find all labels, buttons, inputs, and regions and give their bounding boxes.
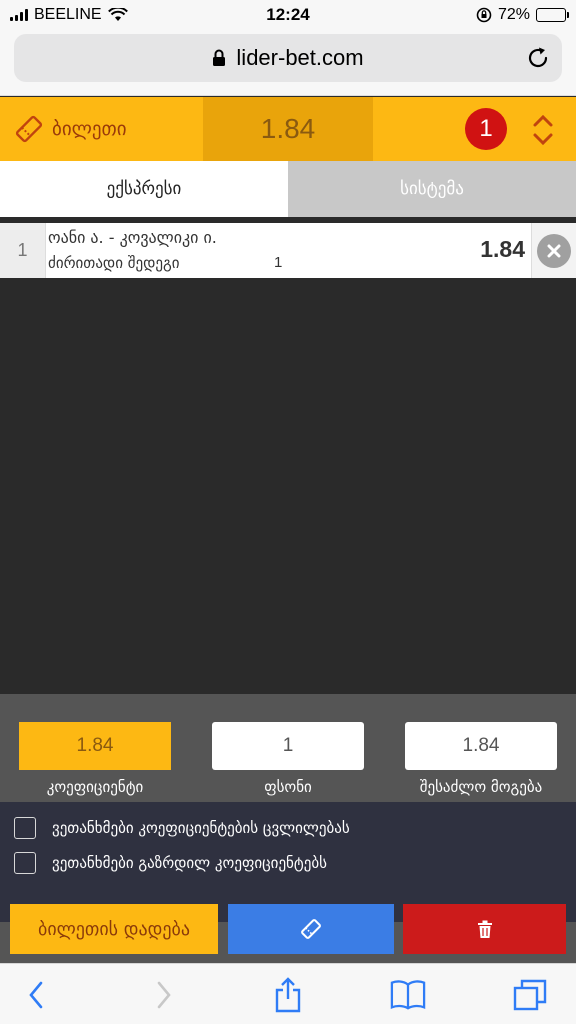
accept-odds-change-option[interactable]: ვეთანხმები კოეფიციენტების ცვლილებას	[14, 817, 350, 839]
status-bar: BEELINE 12:24 72%	[0, 0, 576, 30]
ticket-actions: ბილეთის დადება	[0, 904, 576, 963]
chevron-left-icon	[29, 981, 43, 1009]
share-icon	[275, 977, 301, 1013]
accept-odds-change-label: ვეთანხმები კოეფიციენტების ცვლილებას	[52, 819, 350, 837]
stake-label: ფსონი	[264, 778, 312, 796]
accept-odds-change-checkbox[interactable]	[14, 817, 36, 839]
bet-count-badge: 1	[465, 108, 507, 150]
accept-increased-odds-checkbox[interactable]	[14, 852, 36, 874]
bet-match-name: ოანი ა. - კოვალიკი ი.	[48, 228, 217, 247]
browser-address-area: lider-bet.com	[0, 30, 576, 96]
browser-toolbar	[0, 963, 576, 1024]
coefficient-value: 1.84	[19, 722, 171, 770]
carrier-name: BEELINE	[34, 6, 102, 23]
address-bar[interactable]: lider-bet.com	[14, 34, 562, 82]
bet-info: ოანი ა. - კოვალიკი ი. ძირითადი შედეგი 1 …	[46, 223, 532, 278]
payout-value: 1.84	[405, 722, 557, 770]
coefficient-label: კოეფიციენტი	[46, 778, 144, 796]
payout-label: შესაძლო მოგება	[419, 778, 543, 796]
ticket-icon	[15, 115, 43, 143]
ticket-button[interactable]	[228, 904, 394, 954]
tabs-button[interactable]	[512, 978, 548, 1012]
accept-increased-odds-label: ვეთანხმები გაზრდილ კოეფიციენტებს	[52, 854, 327, 872]
orientation-lock-icon	[476, 7, 492, 23]
accept-increased-odds-option[interactable]: ვეთანხმები გაზრდილ კოეფიციენტებს	[14, 852, 327, 874]
bet-index: 1	[0, 223, 46, 278]
bet-market: ძირითადი შედეგი	[48, 254, 180, 272]
forward-button[interactable]	[146, 978, 182, 1012]
trash-icon	[477, 920, 492, 938]
ticket-header[interactable]: ბილეთი 1.84 1	[0, 97, 576, 161]
battery-icon	[536, 8, 569, 22]
reload-icon[interactable]	[526, 46, 550, 70]
bet-outcome: 1	[274, 254, 283, 271]
tab-system[interactable]: სისტემა	[288, 161, 576, 217]
share-button[interactable]	[270, 977, 306, 1013]
close-icon	[537, 233, 571, 268]
signal-icon	[10, 9, 28, 21]
back-button[interactable]	[18, 978, 54, 1012]
ticket-title: ბილეთი	[0, 97, 203, 161]
ticket-total-odd: 1.84	[203, 97, 373, 161]
place-bet-button[interactable]: ბილეთის დადება	[10, 904, 218, 954]
clear-ticket-button[interactable]	[403, 904, 566, 954]
stake-input[interactable]: 1	[212, 722, 364, 770]
bookmarks-button[interactable]	[390, 978, 426, 1012]
ticket-title-label: ბილეთი	[52, 118, 127, 140]
status-time: 12:24	[266, 5, 310, 24]
wifi-icon	[107, 8, 128, 21]
book-icon	[390, 980, 426, 1010]
ticket-summary: 1.84 კოეფიციენტი 1 ფსონი 1.84 შესაძლო მო…	[0, 694, 576, 802]
tabs-icon	[513, 979, 547, 1011]
bet-odd: 1.84	[480, 236, 525, 262]
status-right: 72%	[366, 6, 569, 24]
url-text: lider-bet.com	[236, 45, 364, 70]
ticket-icon	[301, 919, 321, 939]
chevron-right-icon	[157, 981, 171, 1009]
status-left: BEELINE	[10, 6, 210, 24]
chevron-updown-icon[interactable]	[532, 113, 554, 147]
battery-percent: 72%	[497, 6, 530, 23]
bet-list-empty-area	[0, 278, 576, 694]
tab-express[interactable]: ექსპრესი	[0, 161, 288, 217]
remove-bet-button[interactable]	[532, 223, 576, 278]
ticket-header-controls: 1	[373, 97, 576, 161]
bet-type-tabs: ექსპრესი სისტემა	[0, 161, 576, 217]
lock-icon	[212, 49, 226, 67]
bet-row: 1 ოანი ა. - კოვალიკი ი. ძირითადი შედეგი …	[0, 223, 576, 278]
